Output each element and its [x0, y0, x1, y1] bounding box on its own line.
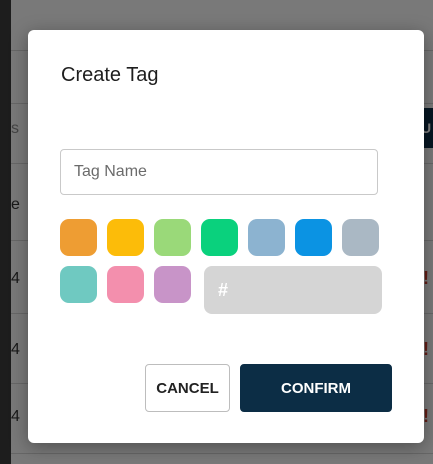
- color-swatch-light-green[interactable]: [154, 219, 191, 256]
- color-swatch-steel-blue[interactable]: [248, 219, 285, 256]
- dialog-title: Create Tag: [61, 64, 159, 86]
- color-swatch-orange[interactable]: [60, 219, 97, 256]
- color-swatch-gray-blue[interactable]: [342, 219, 379, 256]
- hash-icon: #: [218, 279, 229, 300]
- color-swatch-teal[interactable]: [60, 266, 97, 303]
- color-swatch-blue[interactable]: [295, 219, 332, 256]
- custom-color-hex-field[interactable]: #: [204, 266, 382, 314]
- color-swatch-yellow[interactable]: [107, 219, 144, 256]
- create-tag-dialog: Create Tag # CANCEL CONFIRM: [28, 30, 424, 443]
- color-swatch-lavender[interactable]: [154, 266, 191, 303]
- color-swatch-green[interactable]: [201, 219, 238, 256]
- confirm-button[interactable]: CONFIRM: [240, 364, 392, 412]
- cancel-button[interactable]: CANCEL: [145, 364, 230, 412]
- tag-name-input[interactable]: [60, 149, 378, 195]
- color-swatch-pink[interactable]: [107, 266, 144, 303]
